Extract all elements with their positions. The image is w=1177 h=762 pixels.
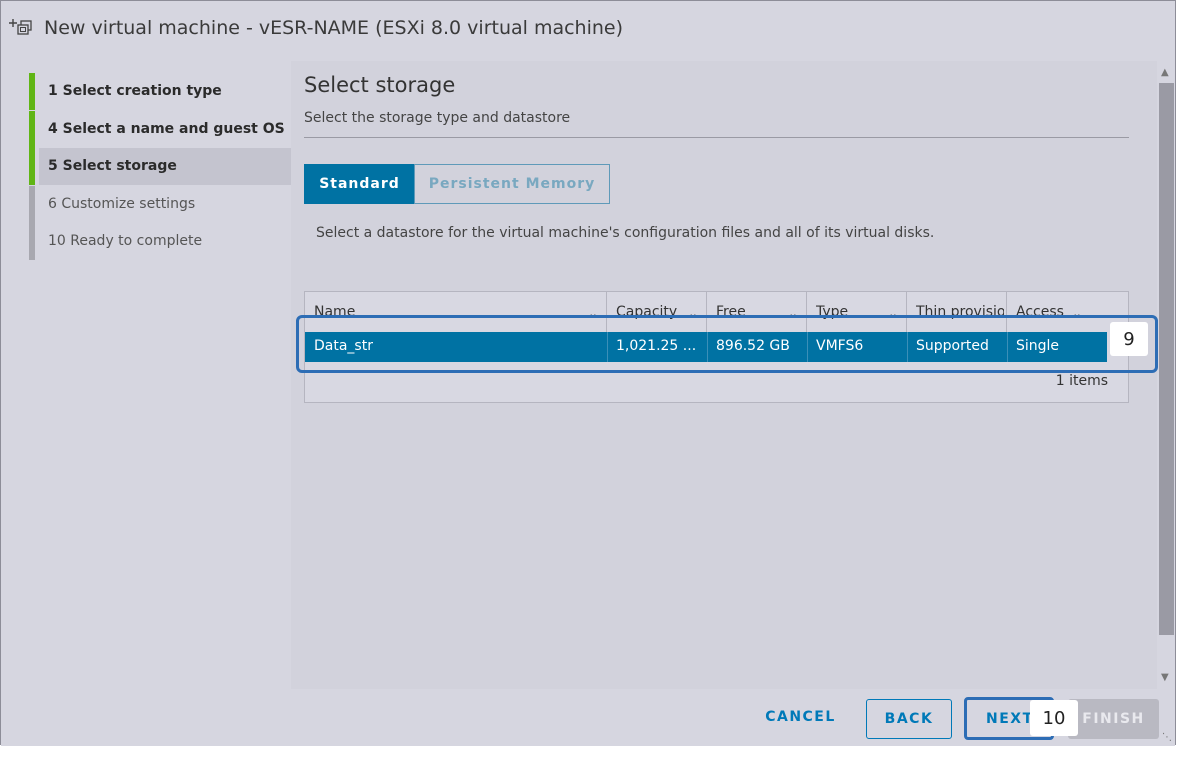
wizard-step-label: 6 Customize settings — [48, 196, 196, 212]
scroll-down-arrow-icon[interactable]: ▼ — [1161, 672, 1169, 683]
wizard-step-label: 10 Ready to complete — [48, 233, 203, 249]
datastore-description: Select a datastore for the virtual machi… — [316, 225, 935, 241]
step-progress-bar — [29, 186, 35, 223]
wizard-content-pane: Select storage Select the storage type a… — [291, 61, 1157, 689]
step-progress-bar — [29, 148, 35, 185]
dialog-title: New virtual machine - vESR-NAME (ESXi 8.… — [44, 17, 624, 39]
wizard-step-label: 4 Select a name and guest OS — [48, 121, 285, 137]
page-subtitle: Select the storage type and datastore — [304, 110, 571, 126]
wizard-step-label: 5 Select storage — [48, 158, 177, 174]
wizard-step-label: 1 Select creation type — [48, 83, 222, 99]
page-title: Select storage — [304, 73, 456, 97]
tab-standard[interactable]: Standard — [304, 164, 415, 204]
step-progress-bar — [29, 111, 35, 148]
wizard-step-ready-to-complete[interactable]: 10 Ready to complete — [29, 223, 291, 260]
wizard-step-select-storage[interactable]: 5 Select storage — [29, 148, 291, 185]
annotation-badge-row: 9 — [1110, 322, 1148, 356]
step-progress-bar — [29, 223, 35, 260]
cancel-button[interactable]: CANCEL — [753, 697, 848, 737]
resize-grip-icon[interactable]: ⋱ — [1162, 732, 1172, 743]
back-button[interactable]: BACK — [866, 699, 952, 739]
wizard-steps-nav: 1 Select creation type 4 Select a name a… — [29, 73, 291, 261]
grid-item-count: 1 items — [1055, 373, 1108, 389]
dialog-titlebar: New virtual machine - vESR-NAME (ESXi 8.… — [1, 1, 1175, 59]
wizard-step-select-creation-type[interactable]: 1 Select creation type — [29, 73, 291, 110]
wizard-step-select-name-guest-os[interactable]: 4 Select a name and guest OS — [29, 111, 291, 148]
tab-persistent-memory[interactable]: Persistent Memory — [414, 164, 610, 204]
selected-row-highlight — [296, 315, 1158, 373]
scrollbar-thumb[interactable] — [1159, 83, 1174, 635]
scroll-up-arrow-icon[interactable]: ▲ — [1161, 67, 1169, 78]
content-scrollbar[interactable]: ▲ ▼ — [1158, 63, 1175, 689]
step-progress-bar — [29, 73, 35, 110]
finish-button[interactable]: FINISH — [1068, 699, 1159, 739]
new-vm-icon — [7, 15, 35, 41]
wizard-step-customize-settings[interactable]: 6 Customize settings — [29, 186, 291, 223]
title-divider — [304, 137, 1129, 138]
dialog-footer: CANCEL BACK NEXT FINISH ⋱ — [1, 689, 1175, 746]
annotation-badge-next: 10 — [1030, 700, 1078, 736]
